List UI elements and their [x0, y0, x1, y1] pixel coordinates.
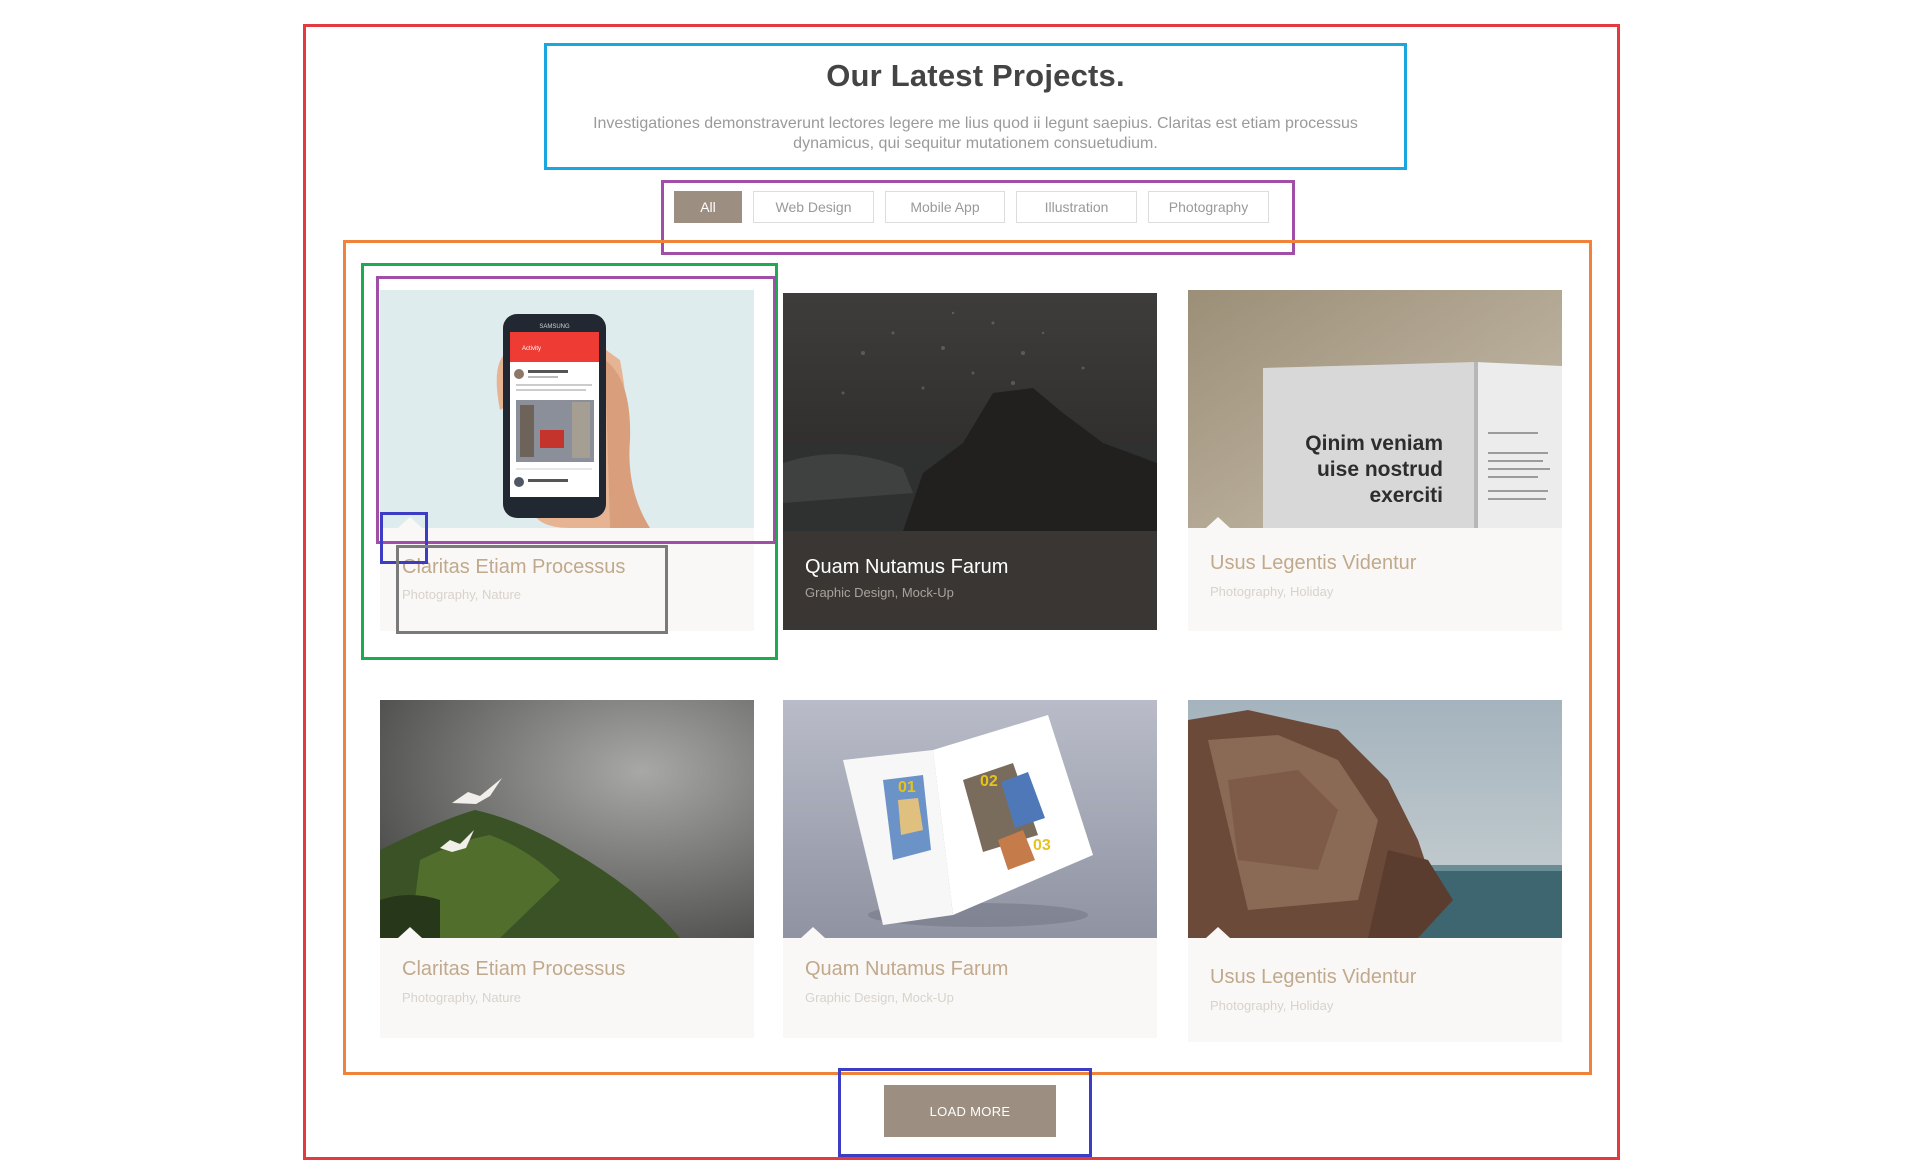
card-caret-icon	[398, 517, 422, 528]
filter-illustration[interactable]: Illustration	[1016, 191, 1137, 223]
filter-all[interactable]: All	[674, 191, 742, 223]
card-caret-icon	[1206, 517, 1230, 528]
project-image: 01 02 03	[783, 700, 1157, 938]
project-categories: Graphic Design, Mock-Up	[805, 585, 954, 600]
project-card[interactable]: Quam Nutamus Farum Graphic Design, Mock-…	[783, 293, 1157, 630]
project-title[interactable]: Claritas Etiam Processus	[402, 556, 625, 579]
project-categories: Photography, Nature	[402, 990, 521, 1005]
card-caret-icon	[1206, 927, 1230, 938]
project-card[interactable]: SAMSUNG Activity Claritas Etiam Processu…	[380, 290, 754, 631]
project-card[interactable]: Qinim veniam uise nostrud exerciti Usus …	[1188, 290, 1562, 631]
phone-app-title: Activity	[522, 346, 541, 352]
magazine-number: 03	[1033, 837, 1051, 854]
project-title[interactable]: Claritas Etiam Processus	[402, 958, 625, 981]
magazine-number: 02	[980, 773, 998, 790]
filter-mobile-app[interactable]: Mobile App	[885, 191, 1005, 223]
project-image	[380, 700, 754, 938]
project-image: SAMSUNG Activity	[380, 290, 754, 528]
card-caret-icon	[398, 927, 422, 938]
section-subtitle: Investigationes demonstraverunt lectores…	[593, 115, 1358, 152]
project-title[interactable]: Quam Nutamus Farum	[805, 958, 1008, 981]
card-caret-icon	[801, 927, 825, 938]
project-title[interactable]: Quam Nutamus Farum	[805, 556, 1008, 579]
project-image: Qinim veniam uise nostrud exerciti	[1188, 290, 1562, 528]
project-title[interactable]: Usus Legentis Videntur	[1210, 552, 1416, 575]
load-more-button[interactable]: LOAD MORE	[884, 1085, 1056, 1137]
project-image	[783, 293, 1157, 531]
project-card[interactable]: 01 02 03 Quam Nutamus Farum Graphic Desi…	[783, 700, 1157, 1038]
book-text-line: uise nostrud	[1317, 458, 1443, 481]
book-text-line: Qinim veniam	[1305, 432, 1443, 455]
project-categories: Photography, Holiday	[1210, 998, 1334, 1013]
project-image	[1188, 700, 1562, 938]
magazine-number: 01	[898, 779, 916, 796]
section-title: Our Latest Projects.	[826, 58, 1125, 93]
filter-photography[interactable]: Photography	[1148, 191, 1269, 223]
project-card[interactable]: Claritas Etiam Processus Photography, Na…	[380, 700, 754, 1038]
book-text-line: exerciti	[1369, 484, 1443, 507]
filter-web-design[interactable]: Web Design	[753, 191, 874, 223]
phone-brand: SAMSUNG	[539, 324, 570, 330]
project-title[interactable]: Usus Legentis Videntur	[1210, 966, 1416, 989]
project-categories: Graphic Design, Mock-Up	[805, 990, 954, 1005]
project-card[interactable]: Usus Legentis Videntur Photography, Holi…	[1188, 700, 1562, 1042]
project-categories: Photography, Holiday	[1210, 584, 1334, 599]
project-categories: Photography, Nature	[402, 587, 521, 602]
filter-bar: All Web Design Mobile App Illustration P…	[674, 191, 1269, 223]
